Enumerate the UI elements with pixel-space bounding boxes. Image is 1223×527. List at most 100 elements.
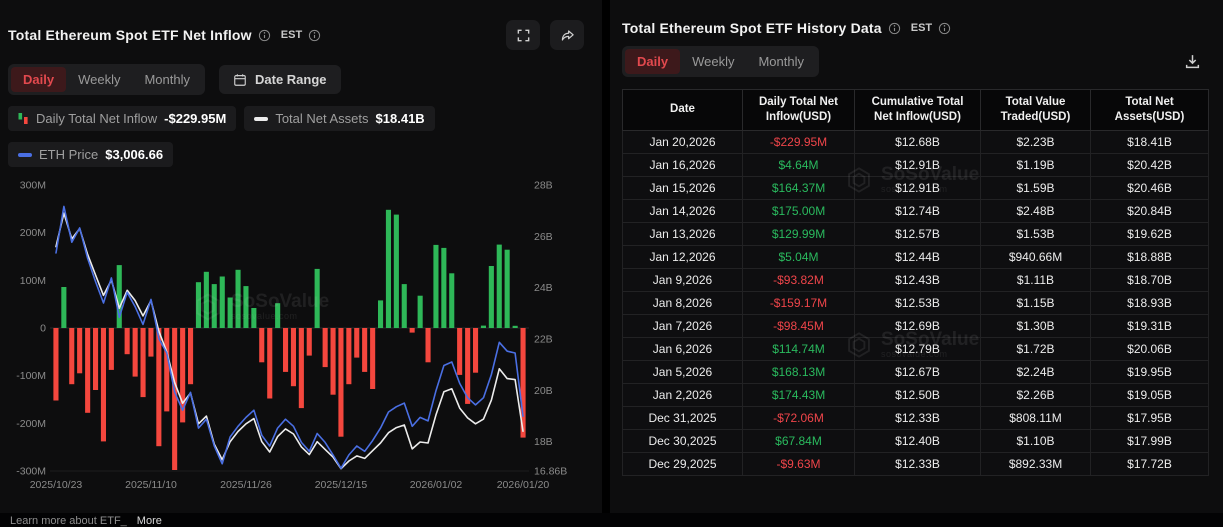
column-header-value-traded: Total Value Traded(USD) — [980, 89, 1091, 131]
table-cell: $12.33B — [854, 451, 981, 476]
table-cell: $18.70B — [1090, 267, 1209, 292]
svg-text:2026/01/20: 2026/01/20 — [497, 479, 550, 491]
tab-monthly[interactable]: Monthly — [132, 67, 202, 92]
table-cell: $129.99M — [742, 221, 855, 246]
table-cell: $1.11B — [980, 267, 1091, 292]
column-header-daily-inflow: Daily Total Net Inflow(USD) — [742, 89, 855, 131]
share-button[interactable] — [550, 20, 584, 50]
table-cell: Jan 20,2026 — [622, 129, 743, 154]
table-row: Dec 29,2025 -$9.63M $12.33B $892.33M $17.72B — [622, 451, 1209, 476]
footer-link[interactable]: Learn more about ETF_ — [10, 513, 127, 527]
table-cell: -$93.82M — [742, 267, 855, 292]
info-icon[interactable] — [308, 29, 321, 42]
table-cell: Jan 5,2026 — [622, 359, 743, 384]
legend-net-assets[interactable]: Total Net Assets $18.41B — [244, 106, 435, 131]
info-icon[interactable] — [258, 29, 271, 42]
tab-weekly[interactable]: Weekly — [66, 67, 132, 92]
legend-net-inflow[interactable]: Daily Total Net Inflow -$229.95M — [8, 106, 237, 131]
info-icon[interactable] — [888, 22, 901, 35]
table-cell: Jan 7,2026 — [622, 313, 743, 338]
legend-label: Total Net Assets — [275, 111, 369, 126]
table-cell: $12.68B — [854, 129, 981, 154]
table-cell: $18.41B — [1090, 129, 1209, 154]
table-cell: $20.42B — [1090, 152, 1209, 177]
table-cell: $1.53B — [980, 221, 1091, 246]
table-cell: $17.99B — [1090, 428, 1209, 453]
svg-text:-200M: -200M — [16, 418, 46, 430]
table-cell: -$72.06M — [742, 405, 855, 430]
table-cell: $1.10B — [980, 428, 1091, 453]
svg-text:2025/10/23: 2025/10/23 — [30, 479, 83, 491]
table-cell: Jan 12,2026 — [622, 244, 743, 269]
tab-monthly[interactable]: Monthly — [746, 49, 816, 74]
table-cell: $892.33M — [980, 451, 1091, 476]
blue-dash-icon — [18, 152, 32, 157]
table-cell: -$159.17M — [742, 290, 855, 315]
footer-more-link[interactable]: More — [137, 513, 162, 527]
table-cell: $114.74M — [742, 336, 855, 361]
right-panel-header: Total Ethereum Spot ETF History Data EST — [622, 20, 1203, 36]
table-row: Jan 12,2026 $5.04M $12.44B $940.66M $18.88B — [622, 244, 1209, 269]
table-cell: $12.79B — [854, 336, 981, 361]
svg-text:24B: 24B — [534, 282, 553, 294]
svg-text:18B: 18B — [534, 436, 553, 448]
tab-daily[interactable]: Daily — [11, 67, 67, 92]
etf-dashboard: Total Ethereum Spot ETF Net Inflow EST D… — [0, 0, 1223, 513]
tab-weekly[interactable]: Weekly — [680, 49, 746, 74]
table-row: Jan 13,2026 $129.99M $12.57B $1.53B $19.62B — [622, 221, 1209, 246]
date-range-button[interactable]: Date Range — [219, 65, 341, 94]
svg-text:300M: 300M — [20, 180, 46, 192]
table-cell: -$98.45M — [742, 313, 855, 338]
table-cell: $19.05B — [1090, 382, 1209, 407]
table-cell: Jan 6,2026 — [622, 336, 743, 361]
table-cell: $12.69B — [854, 313, 981, 338]
table-row: Jan 9,2026 -$93.82M $12.43B $1.11B $18.70B — [622, 267, 1209, 292]
svg-text:20B: 20B — [534, 385, 553, 397]
table-row: Jan 7,2026 -$98.45M $12.69B $1.30B $19.31B — [622, 313, 1209, 338]
table-cell: $2.26B — [980, 382, 1091, 407]
tab-daily[interactable]: Daily — [625, 49, 681, 74]
table-cell: $175.00M — [742, 198, 855, 223]
table-cell: $12.57B — [854, 221, 981, 246]
table-cell: Dec 30,2025 — [622, 428, 743, 453]
table-cell: $19.95B — [1090, 359, 1209, 384]
net-inflow-chart[interactable]: 300M 200M 100M 0 -100M -200M -300M 28B 26B 24B 22B… — [8, 177, 583, 500]
svg-text:200M: 200M — [20, 227, 46, 239]
table-row: Jan 14,2026 $175.00M $12.74B $2.48B $20.84B — [622, 198, 1209, 223]
table-cell: Dec 29,2025 — [622, 451, 743, 476]
chart-canvas[interactable]: 300M 200M 100M 0 -100M -200M -300M 28B 26B 24B 22B… — [8, 177, 583, 495]
table-cell: $20.46B — [1090, 175, 1209, 200]
table-cell: $17.72B — [1090, 451, 1209, 476]
table-row: Jan 2,2026 $174.43M $12.50B $2.26B $19.05B — [622, 382, 1209, 407]
info-icon[interactable] — [938, 22, 951, 35]
table-cell: $12.53B — [854, 290, 981, 315]
timezone-label: EST — [280, 29, 303, 41]
legend-eth-price[interactable]: ETH Price $3,006.66 — [8, 142, 174, 167]
legend-label: Daily Total Net Inflow — [36, 111, 158, 126]
calendar-icon — [233, 73, 247, 87]
table-row: Jan 20,2026 -$229.95M $12.68B $2.23B $18.41B — [622, 129, 1209, 154]
table-cell: $168.13M — [742, 359, 855, 384]
table-cell: $1.59B — [980, 175, 1091, 200]
table-row: Jan 8,2026 -$159.17M $12.53B $1.15B $18.93B — [622, 290, 1209, 315]
footer: Learn more about ETF_ More — [0, 513, 1223, 527]
chart-controls: Daily Weekly Monthly Date Range — [8, 64, 602, 95]
table-cell: $12.40B — [854, 428, 981, 453]
table-cell: $19.62B — [1090, 221, 1209, 246]
table-cell: $12.74B — [854, 198, 981, 223]
fullscreen-button[interactable] — [506, 20, 540, 50]
column-header-cumulative-inflow: Cumulative Total Net Inflow(USD) — [854, 89, 981, 131]
table-cell: $174.43M — [742, 382, 855, 407]
svg-text:28B: 28B — [534, 180, 553, 192]
table-cell: Jan 2,2026 — [622, 382, 743, 407]
svg-text:2025/11/26: 2025/11/26 — [220, 479, 272, 491]
table-cell: $12.43B — [854, 267, 981, 292]
table-cell: -$229.95M — [742, 129, 855, 154]
table-cell: $2.23B — [980, 129, 1091, 154]
download-button[interactable] — [1182, 51, 1203, 72]
left-panel-header: Total Ethereum Spot ETF Net Inflow EST — [8, 20, 602, 50]
table-cell: $1.19B — [980, 152, 1091, 177]
table-cell: $808.11M — [980, 405, 1091, 430]
svg-text:22B: 22B — [534, 334, 553, 346]
legend-value: $3,006.66 — [105, 147, 164, 162]
